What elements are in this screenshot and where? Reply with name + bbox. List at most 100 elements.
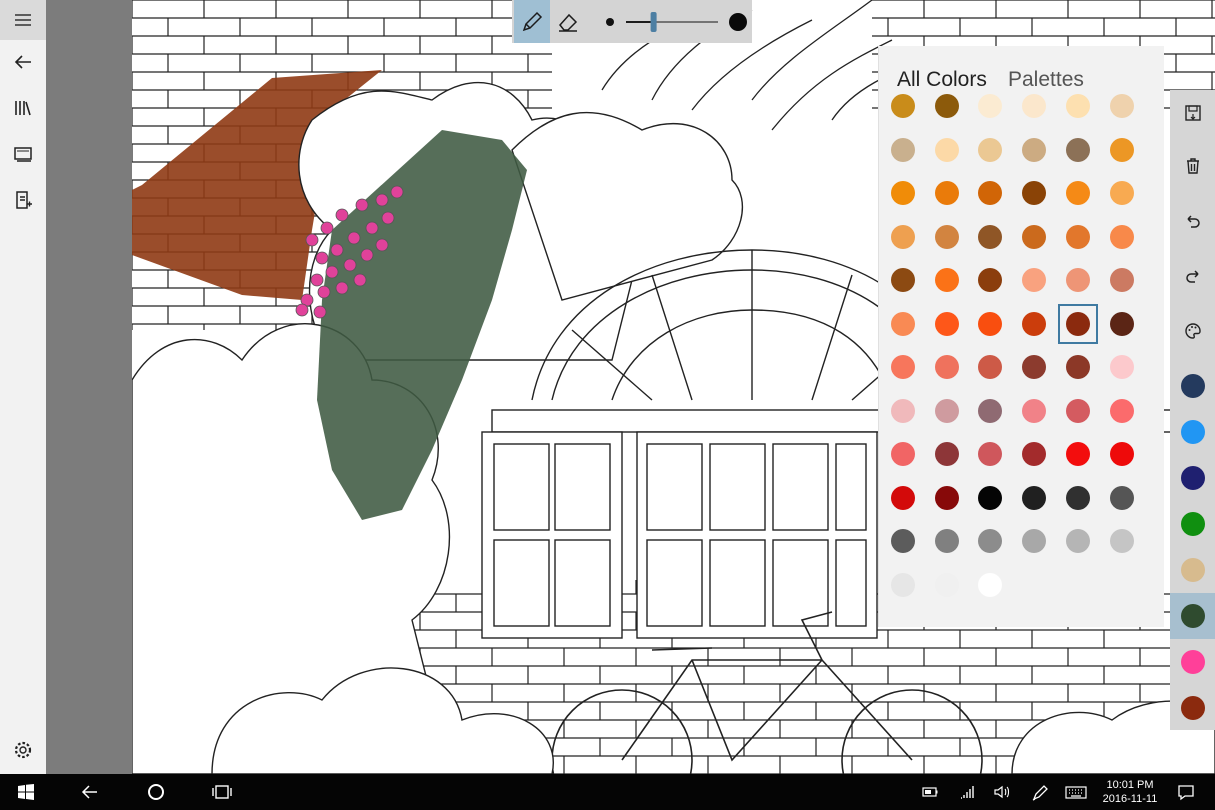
task-view-button[interactable] [204,774,240,810]
color-swatch[interactable] [1066,137,1090,162]
color-swatch[interactable] [1110,181,1134,205]
color-swatch[interactable] [1066,529,1090,553]
color-swatch[interactable] [891,485,915,510]
color-swatch[interactable] [935,398,959,423]
color-swatch[interactable] [891,181,915,205]
touch-keyboard-button[interactable] [1060,774,1092,810]
cortana-button[interactable] [138,774,174,810]
color-swatch[interactable] [1110,224,1134,249]
wifi-indicator[interactable] [956,774,980,810]
color-swatch[interactable] [891,311,915,336]
pen-workspace-button[interactable] [1028,774,1052,810]
recent-color-button[interactable] [1170,409,1215,455]
color-swatch[interactable] [935,485,959,510]
color-swatch[interactable] [1022,529,1046,553]
color-swatch[interactable] [935,268,959,292]
color-swatch[interactable] [1110,137,1134,162]
color-swatch[interactable] [978,355,1002,379]
pencil-tool-button[interactable] [514,0,550,43]
eraser-tool-button[interactable] [550,0,586,43]
tab-palettes[interactable]: Palettes [1008,68,1084,92]
color-swatch[interactable] [978,398,1002,423]
color-swatch[interactable] [935,529,959,553]
color-swatch[interactable] [1066,224,1090,249]
color-swatch[interactable] [891,529,915,553]
color-swatch[interactable] [978,311,1002,336]
volume-indicator[interactable] [990,774,1014,810]
redo-button[interactable] [1170,253,1215,299]
color-swatch[interactable] [1110,442,1134,466]
recent-color-button[interactable] [1170,501,1215,547]
color-swatch[interactable] [1022,268,1046,292]
settings-button[interactable] [0,730,46,770]
taskbar-back-button[interactable] [72,774,108,810]
tab-all-colors[interactable]: All Colors [897,68,987,92]
gallery-button[interactable] [0,134,46,174]
palette-button[interactable] [1170,308,1215,354]
recent-color-button[interactable] [1170,363,1215,409]
color-swatch[interactable] [978,94,1002,118]
recent-color-button[interactable] [1170,685,1215,731]
color-swatch[interactable] [978,181,1002,205]
color-swatch[interactable] [1022,137,1046,162]
color-swatch[interactable] [891,268,915,292]
recent-color-button[interactable] [1170,547,1215,593]
color-swatch[interactable] [1066,268,1090,292]
color-swatch[interactable] [978,224,1002,249]
color-swatch[interactable] [891,442,915,466]
color-swatch[interactable] [1066,355,1090,379]
color-swatch[interactable] [935,442,959,466]
recent-color-button[interactable] [1170,593,1215,639]
color-swatch[interactable] [1110,268,1134,292]
color-swatch[interactable] [935,181,959,205]
color-swatch[interactable] [1110,398,1134,423]
color-swatch[interactable] [935,572,959,597]
color-swatch[interactable] [891,398,915,423]
color-swatch[interactable] [1022,181,1046,205]
color-swatch[interactable] [1110,485,1134,510]
color-swatch[interactable] [1022,398,1046,423]
delete-button[interactable] [1170,143,1215,189]
color-swatch[interactable] [1022,485,1046,510]
brush-size-slider[interactable] [598,0,748,43]
color-swatch[interactable] [891,572,915,597]
color-swatch[interactable] [978,137,1002,162]
color-swatch[interactable] [978,485,1002,510]
color-swatch[interactable] [1022,442,1046,466]
color-swatch[interactable] [1110,529,1134,553]
color-swatch[interactable] [1066,181,1090,205]
library-button[interactable] [0,88,46,128]
color-swatch[interactable] [978,572,1002,597]
action-center-button[interactable] [1172,774,1200,810]
color-swatch[interactable] [935,355,959,379]
back-button[interactable] [0,42,46,82]
color-swatch[interactable] [891,94,915,118]
battery-indicator[interactable] [918,774,942,810]
color-swatch[interactable] [1110,355,1134,379]
color-swatch[interactable] [978,529,1002,553]
color-swatch[interactable] [891,137,915,162]
undo-button[interactable] [1170,198,1215,244]
color-swatch[interactable] [978,442,1002,466]
color-swatch[interactable] [935,224,959,249]
color-swatch[interactable] [1066,398,1090,423]
recent-color-button[interactable] [1170,455,1215,501]
color-swatch[interactable] [1022,224,1046,249]
recent-color-button[interactable] [1170,639,1215,685]
start-button[interactable] [8,774,44,810]
slider-thumb[interactable] [650,12,657,32]
color-swatch[interactable] [935,94,959,118]
color-swatch[interactable] [1066,94,1090,118]
color-swatch[interactable] [1110,311,1134,336]
system-clock[interactable]: 10:01 PM 2016-11-11 [1094,778,1166,806]
color-swatch[interactable] [935,311,959,336]
color-swatch[interactable] [1066,485,1090,510]
color-swatch[interactable] [978,268,1002,292]
color-swatch[interactable] [935,137,959,162]
color-swatch[interactable] [1066,442,1090,466]
color-swatch[interactable] [1022,94,1046,118]
color-swatch[interactable] [891,355,915,379]
new-page-button[interactable] [0,180,46,220]
save-button[interactable] [1170,90,1215,136]
color-swatch[interactable] [891,224,915,249]
